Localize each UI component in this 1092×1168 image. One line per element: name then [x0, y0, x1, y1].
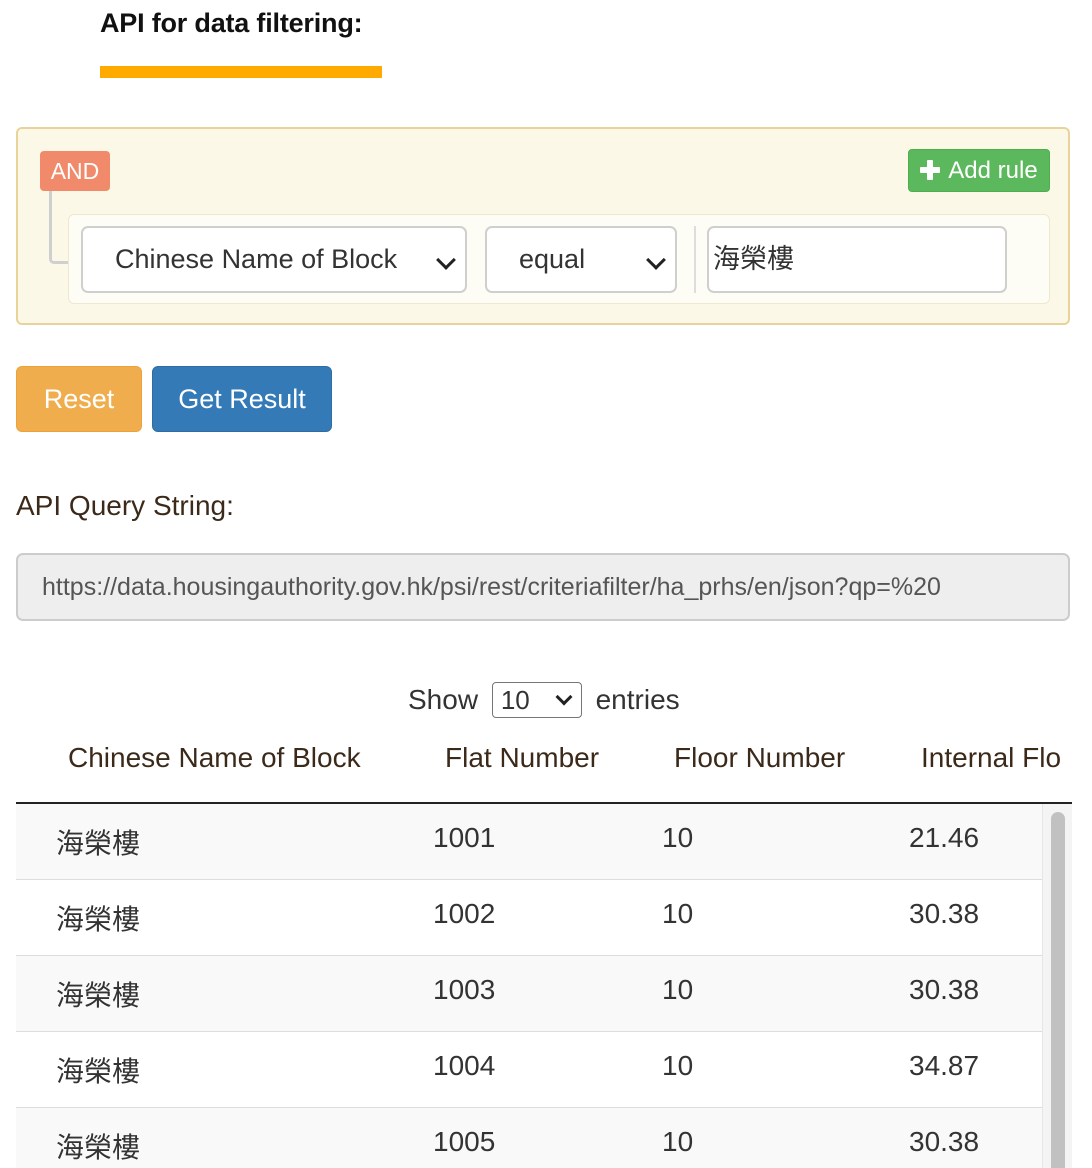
cell-block-name: 海榮樓	[56, 1131, 141, 1164]
condition-and-button[interactable]: AND	[40, 151, 110, 191]
chevron-down-icon	[436, 250, 456, 270]
cell-internal-floor-area: 30.38	[909, 898, 980, 929]
cell-floor-number: 10	[662, 974, 694, 1005]
cell-block-name: 海榮樓	[56, 827, 141, 860]
rule-value-input[interactable]: 海榮樓	[707, 226, 1007, 293]
table-scrollbar[interactable]	[1042, 804, 1072, 1168]
page-length-select[interactable]: 10	[491, 681, 582, 718]
page-title: API for data filtering:	[100, 8, 363, 38]
table-body: 海榮樓 1001 10 21.46 海榮樓 1002 10 30.38 海榮樓 …	[16, 804, 1072, 1168]
column-header-internal-floor-area[interactable]: Internal Flo	[921, 742, 1061, 774]
query-string-field[interactable]: https://data.housingauthority.gov.hk/psi…	[16, 553, 1070, 621]
column-header-flat-number[interactable]: Flat Number	[445, 742, 599, 774]
rule-field-select[interactable]: Chinese Name of Block	[81, 226, 467, 293]
column-header-floor-number[interactable]: Floor Number	[674, 742, 845, 774]
query-builder: AND Add rule Chinese Name of Block equal…	[16, 127, 1070, 325]
table-row: 海榮樓 1005 10 30.38	[16, 1108, 1042, 1168]
chevron-down-icon	[646, 250, 666, 270]
add-rule-button[interactable]: Add rule	[908, 149, 1050, 192]
reset-button[interactable]: Reset	[16, 366, 142, 432]
rule-divider	[694, 226, 696, 293]
cell-flat-number: 1004	[433, 1050, 496, 1081]
table-row: 海榮樓 1002 10 30.38	[16, 880, 1042, 956]
rule-row: Chinese Name of Block equal 海榮樓	[68, 214, 1050, 304]
cell-internal-floor-area: 34.87	[909, 1050, 980, 1081]
table-header: Chinese Name of Block Flat Number Floor …	[16, 724, 1072, 804]
show-entries-control: Show 10 entries	[408, 680, 680, 720]
chevron-down-icon	[555, 688, 573, 706]
page-length-value: 10	[500, 684, 530, 715]
cell-floor-number: 10	[662, 822, 694, 853]
rule-operator-value: equal	[519, 244, 586, 274]
column-header-chinese-name[interactable]: Chinese Name of Block	[68, 742, 361, 774]
entries-label: entries	[595, 684, 680, 715]
table-row: 海榮樓 1003 10 30.38	[16, 956, 1042, 1032]
cell-internal-floor-area: 30.38	[909, 974, 980, 1005]
table-row: 海榮樓 1001 10 21.46	[16, 804, 1042, 880]
cell-flat-number: 1002	[433, 898, 496, 929]
cell-flat-number: 1001	[433, 822, 496, 853]
cell-block-name: 海榮樓	[56, 903, 141, 936]
plus-icon	[920, 160, 941, 180]
show-label: Show	[408, 684, 479, 715]
table-row: 海榮樓 1004 10 34.87	[16, 1032, 1042, 1108]
cell-floor-number: 10	[662, 1050, 694, 1081]
table-scrollbar-thumb[interactable]	[1051, 812, 1065, 1168]
rule-operator-select[interactable]: equal	[485, 226, 677, 293]
heading-underline	[100, 66, 382, 78]
cell-floor-number: 10	[662, 898, 694, 929]
rule-field-value: Chinese Name of Block	[115, 244, 398, 274]
cell-block-name: 海榮樓	[56, 1055, 141, 1088]
cell-floor-number: 10	[662, 1126, 694, 1157]
cell-block-name: 海榮樓	[56, 979, 141, 1012]
get-result-button[interactable]: Get Result	[152, 366, 332, 432]
cell-internal-floor-area: 30.38	[909, 1126, 980, 1157]
cell-internal-floor-area: 21.46	[909, 822, 980, 853]
cell-flat-number: 1003	[433, 974, 496, 1005]
query-string-label: API Query String:	[16, 490, 234, 521]
add-rule-label: Add rule	[948, 157, 1038, 184]
cell-flat-number: 1005	[433, 1126, 496, 1157]
